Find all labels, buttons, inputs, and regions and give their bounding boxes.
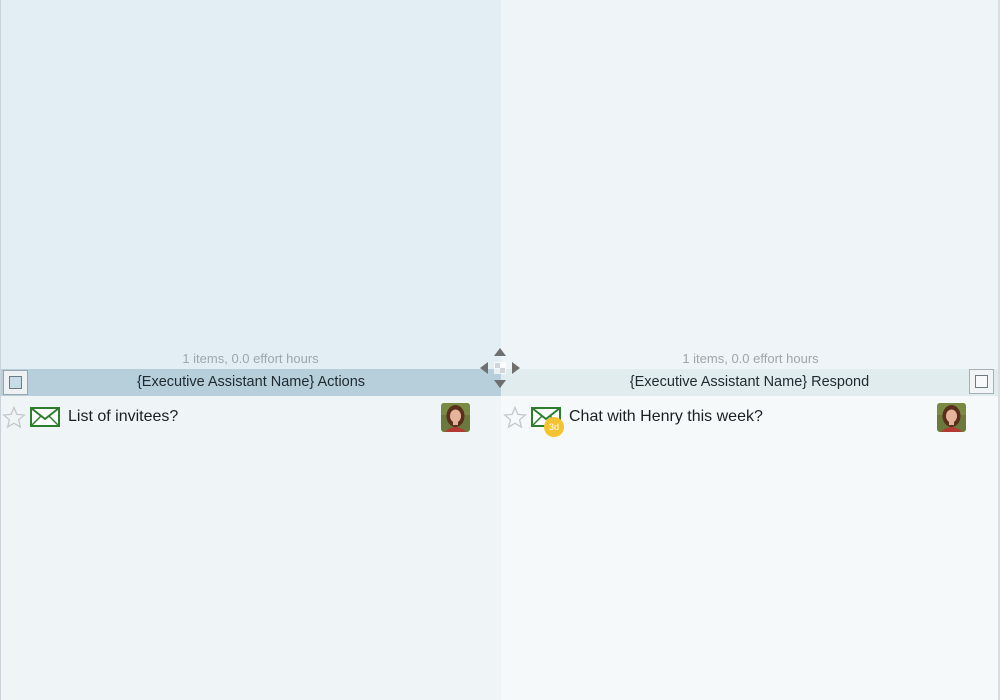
left-border — [0, 0, 1, 700]
star-icon[interactable] — [503, 406, 527, 430]
move-arrows-icon[interactable] — [479, 347, 521, 389]
quadrant-board: 1 items, 0.0 effort hours 1 items, 0.0 e… — [0, 0, 1000, 700]
quadrant-header-left[interactable]: {Executive Assistant Name} Actions — [1, 369, 501, 396]
task-label[interactable]: Chat with Henry this week? — [569, 406, 763, 428]
quadrant-top-right — [501, 0, 1000, 369]
quadrant-stats-left: 1 items, 0.0 effort hours — [182, 351, 319, 366]
task-row[interactable]: 3d Chat with Henry this week? — [501, 400, 998, 437]
avatar — [937, 403, 966, 432]
quadrant-title-left: {Executive Assistant Name} Actions — [136, 374, 366, 390]
task-label[interactable]: List of invitees? — [68, 406, 178, 428]
quadrant-top-left — [0, 0, 501, 369]
avatar — [441, 403, 470, 432]
quadrant-header-right[interactable]: {Executive Assistant Name} Respond — [501, 369, 998, 396]
quadrant-select-checkbox-right[interactable] — [969, 369, 994, 394]
mail-icon — [30, 407, 60, 427]
quadrant-stats-right: 1 items, 0.0 effort hours — [682, 351, 819, 366]
task-row[interactable]: List of invitees? — [0, 400, 501, 434]
age-badge: 3d — [544, 417, 564, 437]
quadrant-title-right: {Executive Assistant Name} Respond — [629, 374, 870, 390]
quadrant-select-checkbox-left[interactable] — [3, 370, 28, 395]
star-icon[interactable] — [2, 406, 26, 430]
